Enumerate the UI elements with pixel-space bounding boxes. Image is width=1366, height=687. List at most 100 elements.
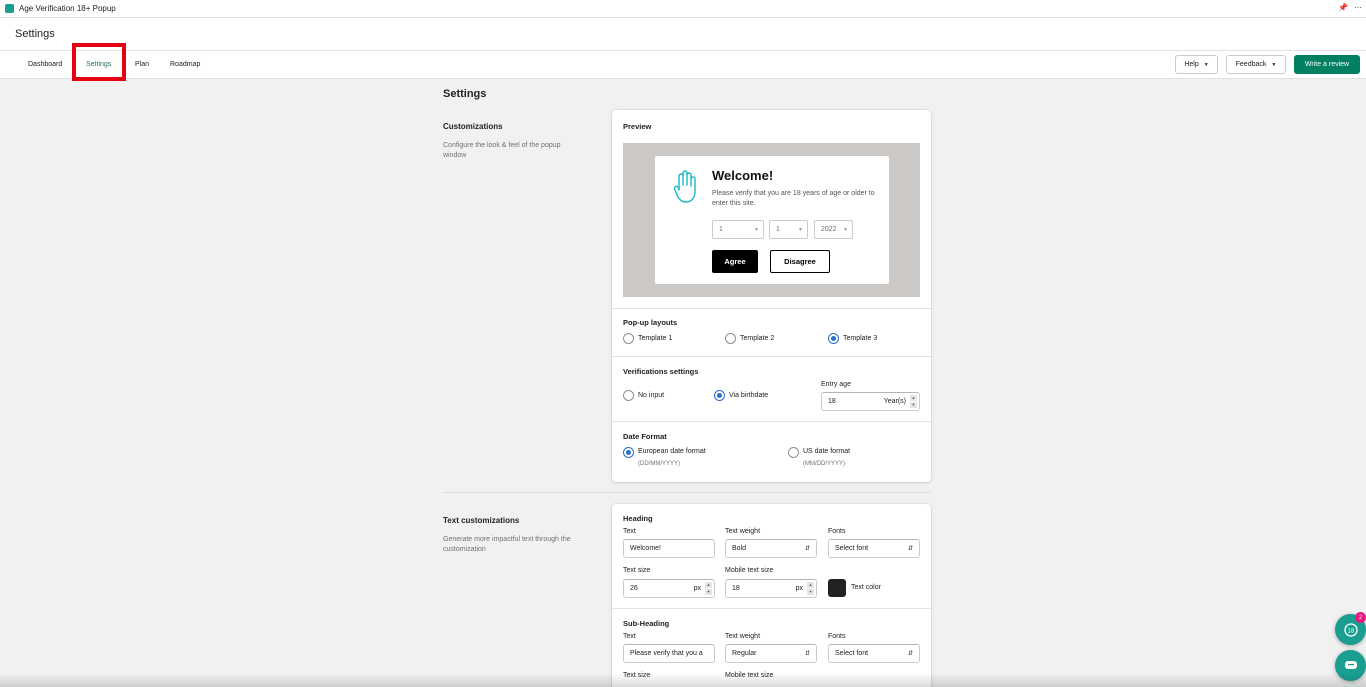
tab-roadmap[interactable]: Roadmap bbox=[170, 61, 200, 68]
heading-size-input[interactable]: 26 px ▲ ▼ bbox=[623, 579, 715, 598]
app-bar: Age Verification 18+ Popup 📌 ⋯ bbox=[0, 0, 1366, 18]
age-badge-icon: 18 bbox=[1343, 622, 1358, 637]
subheading-weight-label: Text weight bbox=[725, 633, 761, 640]
stepper-up-icon[interactable]: ▲ bbox=[705, 582, 712, 588]
more-icon[interactable]: ⋯ bbox=[1354, 3, 1362, 12]
customizations-card: Preview Welcome! Please verify that you … bbox=[612, 110, 931, 482]
heading-mobile-size-value: 18 bbox=[732, 585, 740, 592]
tab-dashboard[interactable]: Dashboard bbox=[28, 61, 62, 68]
template-1-label: Template 1 bbox=[638, 335, 673, 342]
heading-text-label: Text bbox=[623, 528, 636, 535]
svg-text:18: 18 bbox=[1347, 628, 1354, 634]
popup-heading: Welcome! bbox=[712, 168, 774, 183]
subheading-text-value: Please verify that you a bbox=[630, 650, 703, 657]
customizations-heading: Customizations bbox=[443, 122, 503, 131]
layouts-title: Pop-up layouts bbox=[623, 318, 678, 327]
select-arrows-icon: ⇵ bbox=[907, 651, 913, 657]
chevron-down-icon: ▼ bbox=[798, 226, 803, 233]
agree-button[interactable]: Agree bbox=[712, 250, 758, 273]
subheading-fonts-label: Fonts bbox=[828, 633, 846, 640]
pin-icon[interactable]: 📌 bbox=[1338, 3, 1348, 12]
european-date-radio[interactable] bbox=[623, 447, 634, 458]
heading-weight-label: Text weight bbox=[725, 528, 761, 535]
section-divider bbox=[443, 492, 931, 493]
heading-section-title: Heading bbox=[623, 514, 653, 523]
heading-mobile-size-stepper[interactable]: ▲ ▼ bbox=[807, 582, 814, 595]
template-1-radio[interactable] bbox=[623, 333, 634, 344]
help-button[interactable]: Help ▼ bbox=[1175, 55, 1218, 74]
heading-fonts-label: Fonts bbox=[828, 528, 846, 535]
heading-font-value: Select font bbox=[835, 545, 869, 552]
stepper-down-icon[interactable]: ▼ bbox=[705, 589, 712, 595]
us-date-hint: (MM/DD/YYYY) bbox=[803, 461, 845, 467]
heading-font-select[interactable]: Select font ⇵ bbox=[828, 539, 920, 558]
divider bbox=[612, 421, 931, 422]
age-popup-preview: Welcome! Please verify that you are 18 y… bbox=[655, 156, 889, 284]
via-birthdate-label: Via birthdate bbox=[729, 392, 769, 399]
tab-plan[interactable]: Plan bbox=[135, 61, 149, 68]
chat-button[interactable] bbox=[1335, 650, 1366, 681]
notification-badge: 2 bbox=[1355, 612, 1366, 623]
heading-color-label: Text color bbox=[851, 584, 881, 591]
no-input-radio[interactable] bbox=[623, 390, 634, 401]
entry-age-suffix: Year(s) bbox=[883, 398, 906, 405]
year-select[interactable]: 2022 ▼ bbox=[814, 220, 853, 239]
write-review-button[interactable]: Write a review bbox=[1294, 55, 1360, 74]
stepper-up-icon[interactable]: ▲ bbox=[807, 582, 814, 588]
heading-size-stepper[interactable]: ▲ ▼ bbox=[705, 582, 712, 595]
subheading-section-title: Sub-Heading bbox=[623, 619, 670, 628]
preview-canvas: Welcome! Please verify that you are 18 y… bbox=[623, 143, 920, 297]
heading-weight-select[interactable]: Bold ⇵ bbox=[725, 539, 817, 558]
text-customizations-heading: Text customizations bbox=[443, 516, 520, 525]
us-date-label: US date format bbox=[803, 448, 851, 455]
day-select[interactable]: 1 ▼ bbox=[712, 220, 764, 239]
heading-size-unit: px bbox=[693, 585, 701, 592]
heading-mobile-size-input[interactable]: 18 px ▲ ▼ bbox=[725, 579, 817, 598]
heading-size-label: Text size bbox=[623, 567, 651, 574]
popup-subheading: Please verify that you are 18 years of a… bbox=[712, 190, 875, 207]
stepper-up-icon[interactable]: ▲ bbox=[910, 395, 917, 401]
heading-text-input[interactable]: Welcome! bbox=[623, 539, 715, 558]
year-select-value: 2022 bbox=[821, 226, 837, 233]
chevron-down-icon: ▼ bbox=[1271, 61, 1277, 68]
no-input-label: No input bbox=[638, 392, 665, 399]
heading-text-value: Welcome! bbox=[630, 545, 661, 552]
template-2-radio[interactable] bbox=[725, 333, 736, 344]
entry-age-input[interactable]: 18 Year(s) ▲ ▼ bbox=[821, 392, 920, 411]
heading-size-value: 26 bbox=[630, 585, 638, 592]
app-logo-icon bbox=[5, 4, 14, 13]
feedback-button[interactable]: Feedback ▼ bbox=[1226, 55, 1286, 74]
disagree-button[interactable]: Disagree bbox=[770, 250, 830, 273]
select-arrows-icon: ⇵ bbox=[804, 546, 810, 552]
app-title: Age Verification 18+ Popup bbox=[19, 4, 116, 13]
european-date-hint: (DD/MM/YYYY) bbox=[638, 461, 680, 467]
divider bbox=[612, 608, 931, 609]
main-title: Settings bbox=[443, 88, 487, 100]
heading-weight-value: Bold bbox=[732, 545, 747, 552]
subheading-mobile-size-label: Mobile text size bbox=[725, 672, 774, 679]
month-select[interactable]: 1 ▼ bbox=[769, 220, 808, 239]
subheading-font-select[interactable]: Select font ⇵ bbox=[828, 644, 920, 663]
subheading-weight-select[interactable]: Regular ⇵ bbox=[725, 644, 817, 663]
divider bbox=[612, 356, 931, 357]
european-date-label: European date format bbox=[638, 448, 706, 455]
customizations-description: Configure the look & feel of the popup w… bbox=[443, 142, 561, 159]
subheading-weight-value: Regular bbox=[732, 650, 757, 657]
subheading-text-input[interactable]: Please verify that you a bbox=[623, 644, 715, 663]
via-birthdate-radio[interactable] bbox=[714, 390, 725, 401]
select-arrows-icon: ⇵ bbox=[804, 651, 810, 657]
entry-age-stepper[interactable]: ▲ ▼ bbox=[910, 395, 917, 408]
app-actions: 📌 ⋯ bbox=[1338, 3, 1362, 12]
stepper-down-icon[interactable]: ▼ bbox=[807, 589, 814, 595]
entry-age-label: Entry age bbox=[821, 381, 851, 388]
month-select-value: 1 bbox=[776, 226, 780, 233]
stepper-down-icon[interactable]: ▼ bbox=[910, 402, 917, 408]
hand-stop-icon bbox=[673, 170, 696, 203]
template-3-label: Template 3 bbox=[843, 335, 878, 342]
feedback-button-label: Feedback bbox=[1235, 61, 1267, 68]
help-button-label: Help bbox=[1184, 61, 1199, 68]
subheading-size-label: Text size bbox=[623, 672, 651, 679]
template-3-radio[interactable] bbox=[828, 333, 839, 344]
us-date-radio[interactable] bbox=[788, 447, 799, 458]
heading-color-swatch[interactable] bbox=[828, 579, 846, 597]
